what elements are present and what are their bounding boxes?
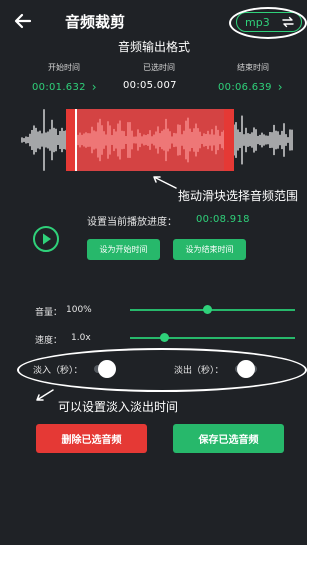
waveform[interactable] — [20, 105, 296, 175]
fade-in-toggle-knob — [98, 360, 116, 378]
fade-in-label: 淡入（秒）： — [33, 366, 83, 376]
format-highlight-ellipse — [229, 7, 307, 39]
format-annotation: 音频输出格式 — [118, 40, 191, 54]
play-icon[interactable] — [32, 225, 60, 253]
fade-in-toggle[interactable] — [92, 360, 118, 378]
volume-slider[interactable] — [130, 303, 295, 317]
speed-slider-track — [130, 337, 295, 339]
start-time[interactable]: 00:01.632 › — [32, 80, 97, 94]
page-title: 音频裁剪 — [65, 13, 126, 31]
set-start-button[interactable]: 设为开始时间 — [87, 239, 160, 260]
delete-selection-button[interactable]: 删除已选音频 — [36, 424, 147, 453]
chevron-right-icon: › — [91, 80, 97, 94]
selected-time-value: 00:05.007 — [123, 80, 177, 91]
start-time-label: 开始时间 — [48, 63, 80, 72]
back-arrow-icon[interactable] — [12, 10, 34, 32]
end-time-value: 00:06.639 — [218, 81, 272, 93]
start-time-value: 00:01.632 — [32, 81, 86, 93]
end-handle[interactable] — [224, 109, 234, 171]
volume-slider-track — [130, 309, 295, 311]
fade-out-toggle[interactable] — [233, 360, 259, 378]
fade-annotation: 可以设置淡入淡出时间 — [58, 400, 179, 414]
annotation-arrow-icon — [153, 176, 177, 189]
selected-time-label: 已选时间 — [143, 63, 175, 72]
drag-annotation: 拖动滑块选择音频范围 — [178, 189, 299, 203]
app-screen: 音频裁剪 mp3 音频输出格式 开始时间 已选时间 结束时间 00:01.632… — [0, 0, 307, 545]
speed-slider[interactable] — [130, 331, 295, 345]
volume-label: 音量： — [35, 308, 63, 318]
progress-label: 设置当前播放进度： — [87, 217, 177, 228]
end-time-label: 结束时间 — [237, 63, 269, 72]
volume-slider-thumb[interactable] — [203, 305, 213, 314]
playhead[interactable] — [75, 109, 77, 171]
chevron-right-icon: › — [277, 80, 283, 94]
save-selection-button[interactable]: 保存已选音频 — [173, 424, 284, 453]
speed-label: 速度： — [35, 336, 63, 346]
progress-value[interactable]: 00:08.918 — [196, 214, 250, 225]
fade-out-label: 淡出（秒）： — [174, 366, 224, 376]
speed-slider-thumb[interactable] — [159, 333, 169, 342]
volume-value: 100% — [66, 305, 92, 315]
annotation-arrow-icon — [36, 389, 54, 401]
set-end-button[interactable]: 设为结束时间 — [173, 239, 246, 260]
end-time[interactable]: 00:06.639 › — [218, 80, 283, 94]
fade-out-toggle-knob — [237, 360, 255, 378]
speed-value: 1.0x — [71, 333, 91, 343]
